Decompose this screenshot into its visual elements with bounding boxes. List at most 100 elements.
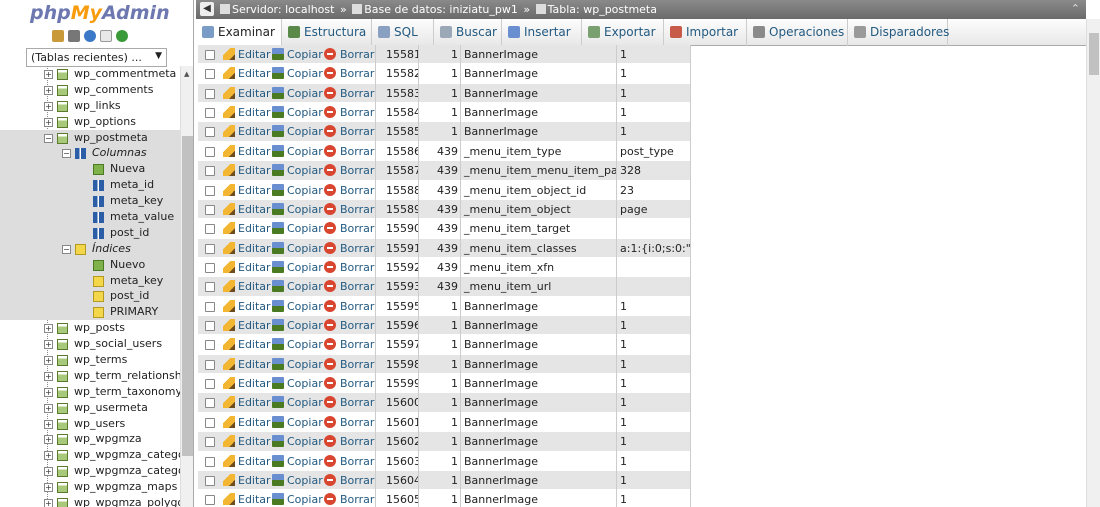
tree-item-label[interactable]: wp_wpgmza_category_ [74, 463, 180, 479]
expand-icon[interactable]: + [44, 101, 53, 111]
breadcrumb-table[interactable]: Tabla: wp_postmeta [548, 3, 657, 16]
tree-item[interactable]: + wp_wpgmza_polygon [0, 495, 180, 507]
tree-item[interactable]: + wp_usermeta [0, 400, 180, 416]
expand-icon[interactable]: + [44, 435, 53, 445]
edit-button[interactable]: Editar [223, 122, 271, 141]
phpmyadmin-logo[interactable]: phpMyAdmin [30, 2, 170, 24]
tree-item-label[interactable]: Índices [92, 241, 131, 257]
tree-item[interactable]: Nueva [0, 161, 180, 178]
tree-item-label[interactable]: wp_options [74, 114, 136, 130]
tree-item[interactable]: + wp_term_taxonomy [0, 384, 180, 400]
row-checkbox[interactable] [205, 166, 215, 177]
tree-item-label[interactable]: wp_users [74, 416, 125, 432]
delete-button[interactable]: Borrar [324, 452, 374, 471]
tab-buscar[interactable]: Buscar [434, 19, 502, 46]
row-checkbox[interactable] [205, 359, 215, 370]
tree-item-label[interactable]: Columnas [92, 145, 147, 161]
expand-icon[interactable]: + [44, 70, 53, 79]
expand-icon[interactable]: + [44, 117, 53, 127]
edit-button[interactable]: Editar [223, 355, 271, 374]
edit-button[interactable]: Editar [223, 64, 271, 83]
row-checkbox[interactable] [205, 475, 215, 486]
delete-button[interactable]: Borrar [324, 239, 374, 258]
copy-button[interactable]: Copiar [272, 374, 323, 393]
edit-button[interactable]: Editar [223, 84, 271, 103]
tree-item-label[interactable]: wp_wpgmza [74, 431, 142, 447]
row-checkbox[interactable] [205, 185, 215, 196]
tree-item[interactable]: + wp_users [0, 416, 180, 432]
delete-button[interactable]: Borrar [324, 161, 374, 180]
collapse-icon[interactable]: − [44, 133, 53, 143]
expand-icon[interactable]: + [44, 403, 53, 413]
breadcrumb-server[interactable]: Servidor: localhost [232, 3, 334, 16]
delete-button[interactable]: Borrar [324, 219, 374, 238]
copy-button[interactable]: Copiar [272, 258, 323, 277]
tab-sql[interactable]: SQL [372, 19, 434, 46]
copy-button[interactable]: Copiar [272, 181, 323, 200]
edit-button[interactable]: Editar [223, 239, 271, 258]
edit-button[interactable]: Editar [223, 142, 271, 161]
tree-item-label[interactable]: Nuevo [110, 257, 145, 273]
delete-button[interactable]: Borrar [324, 84, 374, 103]
exit-icon[interactable] [68, 30, 80, 42]
tree-item[interactable]: + wp_options [0, 114, 180, 130]
tree-item[interactable]: meta_key [0, 193, 180, 210]
tree-item[interactable]: meta_key [0, 272, 180, 289]
help-icon[interactable] [84, 30, 96, 42]
copy-button[interactable]: Copiar [272, 297, 323, 316]
expand-icon[interactable]: + [44, 387, 53, 397]
edit-button[interactable]: Editar [223, 200, 271, 219]
copy-button[interactable]: Copiar [272, 471, 323, 490]
tree-item[interactable]: − Columnas [0, 145, 180, 162]
delete-button[interactable]: Borrar [324, 103, 374, 122]
edit-button[interactable]: Editar [223, 335, 271, 354]
edit-button[interactable]: Editar [223, 490, 271, 507]
expand-icon[interactable]: + [44, 483, 53, 493]
expand-icon[interactable]: + [44, 467, 53, 477]
copy-button[interactable]: Copiar [272, 490, 323, 507]
copy-button[interactable]: Copiar [272, 335, 323, 354]
delete-button[interactable]: Borrar [324, 142, 374, 161]
copy-button[interactable]: Copiar [272, 103, 323, 122]
tree-item-label[interactable]: wp_comments [74, 82, 153, 98]
expand-icon[interactable]: + [44, 419, 53, 429]
expand-icon[interactable]: + [44, 356, 53, 366]
row-checkbox[interactable] [205, 224, 215, 235]
tree-item[interactable]: + wp_comments [0, 82, 180, 98]
row-checkbox[interactable] [205, 340, 215, 351]
tree-item-label[interactable]: PRIMARY [110, 304, 158, 320]
edit-button[interactable]: Editar [223, 181, 271, 200]
tree-item[interactable]: + wp_social_users [0, 336, 180, 352]
edit-button[interactable]: Editar [223, 258, 271, 277]
tree-item-label[interactable]: wp_wpgmza_maps [74, 479, 177, 495]
page-scrollbar[interactable] [1086, 19, 1100, 507]
tree-item-label[interactable]: Nueva [110, 161, 145, 177]
delete-button[interactable]: Borrar [324, 297, 374, 316]
recent-tables-select[interactable]: (Tablas recientes) ... ▼ [26, 48, 167, 67]
tree-item[interactable]: + wp_wpgmza_categorie [0, 447, 180, 463]
tree-item[interactable]: − wp_postmeta [0, 129, 180, 146]
row-checkbox[interactable] [205, 398, 215, 409]
copy-button[interactable]: Copiar [272, 200, 323, 219]
row-checkbox[interactable] [205, 495, 215, 506]
tree-item[interactable]: + wp_wpgmza [0, 431, 180, 447]
row-checkbox[interactable] [205, 243, 215, 254]
copy-button[interactable]: Copiar [272, 413, 323, 432]
row-checkbox[interactable] [205, 456, 215, 467]
tree-item-label[interactable]: meta_value [110, 209, 174, 225]
tree-item[interactable]: + wp_term_relationships [0, 368, 180, 384]
tab-insertar[interactable]: Insertar [502, 19, 582, 46]
tree-scrollbar[interactable]: ▲ [180, 66, 193, 507]
tree-item-label[interactable]: wp_usermeta [74, 400, 148, 416]
tree-item-label[interactable]: wp_links [74, 98, 121, 114]
copy-button[interactable]: Copiar [272, 393, 323, 412]
tree-item[interactable]: + wp_posts [0, 320, 180, 336]
edit-button[interactable]: Editar [223, 471, 271, 490]
edit-button[interactable]: Editar [223, 374, 271, 393]
tree-item[interactable]: PRIMARY [0, 304, 180, 321]
tree-item-label[interactable]: wp_posts [74, 320, 125, 336]
tree-item[interactable]: meta_id [0, 177, 180, 194]
tree-item-label[interactable]: wp_wpgmza_categorie [74, 447, 180, 463]
tree-item[interactable]: post_id [0, 288, 180, 305]
copy-button[interactable]: Copiar [272, 355, 323, 374]
